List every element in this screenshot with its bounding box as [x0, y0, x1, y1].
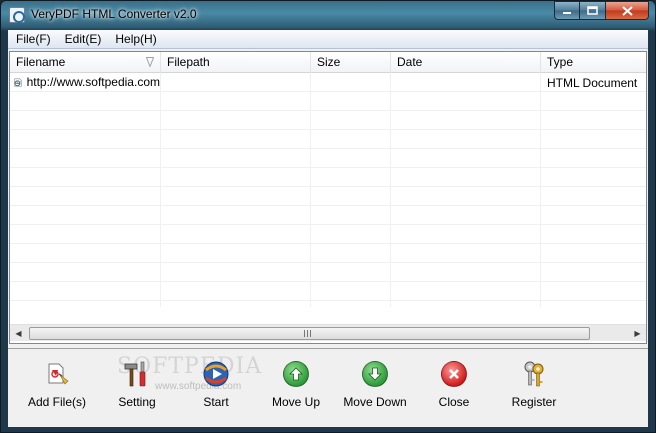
- list-rows: http://www.softpedia.com HTML Document: [10, 73, 646, 307]
- list-row-empty: [10, 282, 646, 301]
- add-files-label: Add File(s): [28, 395, 87, 409]
- list-row-empty: [10, 301, 646, 307]
- cell-type: HTML Document: [547, 76, 638, 90]
- column-header-filename[interactable]: Filename: [10, 52, 161, 73]
- close-icon: [621, 5, 633, 16]
- title-bar[interactable]: VeryPDF HTML Converter v2.0: [1, 1, 655, 30]
- cell-size: [311, 73, 391, 92]
- app-icon[interactable]: [9, 7, 25, 23]
- cell-filename: http://www.softpedia.com: [10, 73, 161, 92]
- maximize-icon: [587, 6, 598, 15]
- window-title: VeryPDF HTML Converter v2.0: [31, 7, 197, 21]
- app-window: VeryPDF HTML Converter v2.0 File(F) Edit…: [0, 0, 656, 433]
- close-button[interactable]: Close: [436, 359, 472, 409]
- close-label: Close: [438, 395, 470, 409]
- column-header-label: Filepath: [167, 55, 210, 69]
- cell-date: [391, 73, 541, 92]
- action-toolbar: SOFTPEDIA www.softpedia.com Add File(s): [8, 348, 648, 427]
- move-down-label: Move Down: [343, 395, 407, 409]
- list-row-empty: [10, 225, 646, 244]
- maximize-button[interactable]: [580, 1, 606, 20]
- list-row-empty: [10, 244, 646, 263]
- list-row-empty: [10, 206, 646, 225]
- minimize-icon: [563, 11, 571, 14]
- filename-text: http://www.softpedia.com: [26, 75, 160, 89]
- keys-icon: [519, 359, 549, 388]
- file-list[interactable]: Filename Filepath Size Date Type http://…: [9, 51, 647, 344]
- scrollbar-thumb[interactable]: [29, 327, 590, 340]
- move-up-label: Move Up: [271, 395, 321, 409]
- move-down-icon: [360, 359, 390, 388]
- column-header-filepath[interactable]: Filepath: [161, 52, 311, 73]
- setting-label: Setting: [118, 395, 156, 409]
- column-header-label: Type: [547, 55, 574, 69]
- menu-help[interactable]: Help(H): [108, 30, 163, 49]
- grip-icon: [304, 330, 312, 337]
- start-button[interactable]: Start: [194, 359, 238, 409]
- register-button[interactable]: Register: [511, 359, 557, 409]
- list-row-empty: [10, 149, 646, 168]
- minimize-button[interactable]: [554, 1, 580, 20]
- caption-buttons: [554, 1, 649, 21]
- tools-icon: [122, 359, 152, 388]
- column-header-label: Date: [397, 55, 423, 69]
- register-label: Register: [511, 395, 557, 409]
- add-file-icon: [42, 359, 72, 388]
- list-header: Filename Filepath Size Date Type: [10, 52, 646, 73]
- close-icon: [439, 359, 469, 388]
- add-files-button[interactable]: Add File(s): [28, 359, 87, 409]
- column-header-size[interactable]: Size: [311, 52, 391, 73]
- cell-filepath: [161, 73, 311, 92]
- setting-button[interactable]: Setting: [113, 359, 161, 409]
- menu-edit[interactable]: Edit(E): [58, 30, 109, 49]
- horizontal-scrollbar[interactable]: ◀ ▶: [10, 324, 646, 341]
- move-up-button[interactable]: Move Up: [270, 359, 322, 409]
- list-row-empty: [10, 111, 646, 130]
- menu-file[interactable]: File(F): [8, 30, 58, 49]
- client-area: File(F) Edit(E) Help(H) Filename Filepat…: [8, 30, 648, 427]
- column-header-label: Size: [317, 55, 341, 69]
- menu-bar: File(F) Edit(E) Help(H): [8, 30, 648, 49]
- sort-icon: [146, 57, 154, 67]
- play-icon: [201, 359, 231, 388]
- scroll-right-arrow-icon[interactable]: ▶: [629, 325, 646, 342]
- scroll-left-arrow-icon[interactable]: ◀: [10, 325, 27, 342]
- list-row-empty: [10, 92, 646, 111]
- list-row-empty: [10, 187, 646, 206]
- column-header-label: Filename: [16, 55, 66, 69]
- start-label: Start: [203, 395, 229, 409]
- list-row[interactable]: http://www.softpedia.com HTML Document: [10, 73, 646, 92]
- close-window-button[interactable]: [606, 1, 649, 20]
- ie-document-icon: [14, 78, 22, 87]
- column-header-type[interactable]: Type: [541, 52, 646, 73]
- column-header-date[interactable]: Date: [391, 52, 541, 73]
- list-row-empty: [10, 168, 646, 187]
- move-down-button[interactable]: Move Down: [343, 359, 407, 409]
- move-up-icon: [281, 359, 311, 388]
- list-row-empty: [10, 263, 646, 282]
- list-row-empty: [10, 130, 646, 149]
